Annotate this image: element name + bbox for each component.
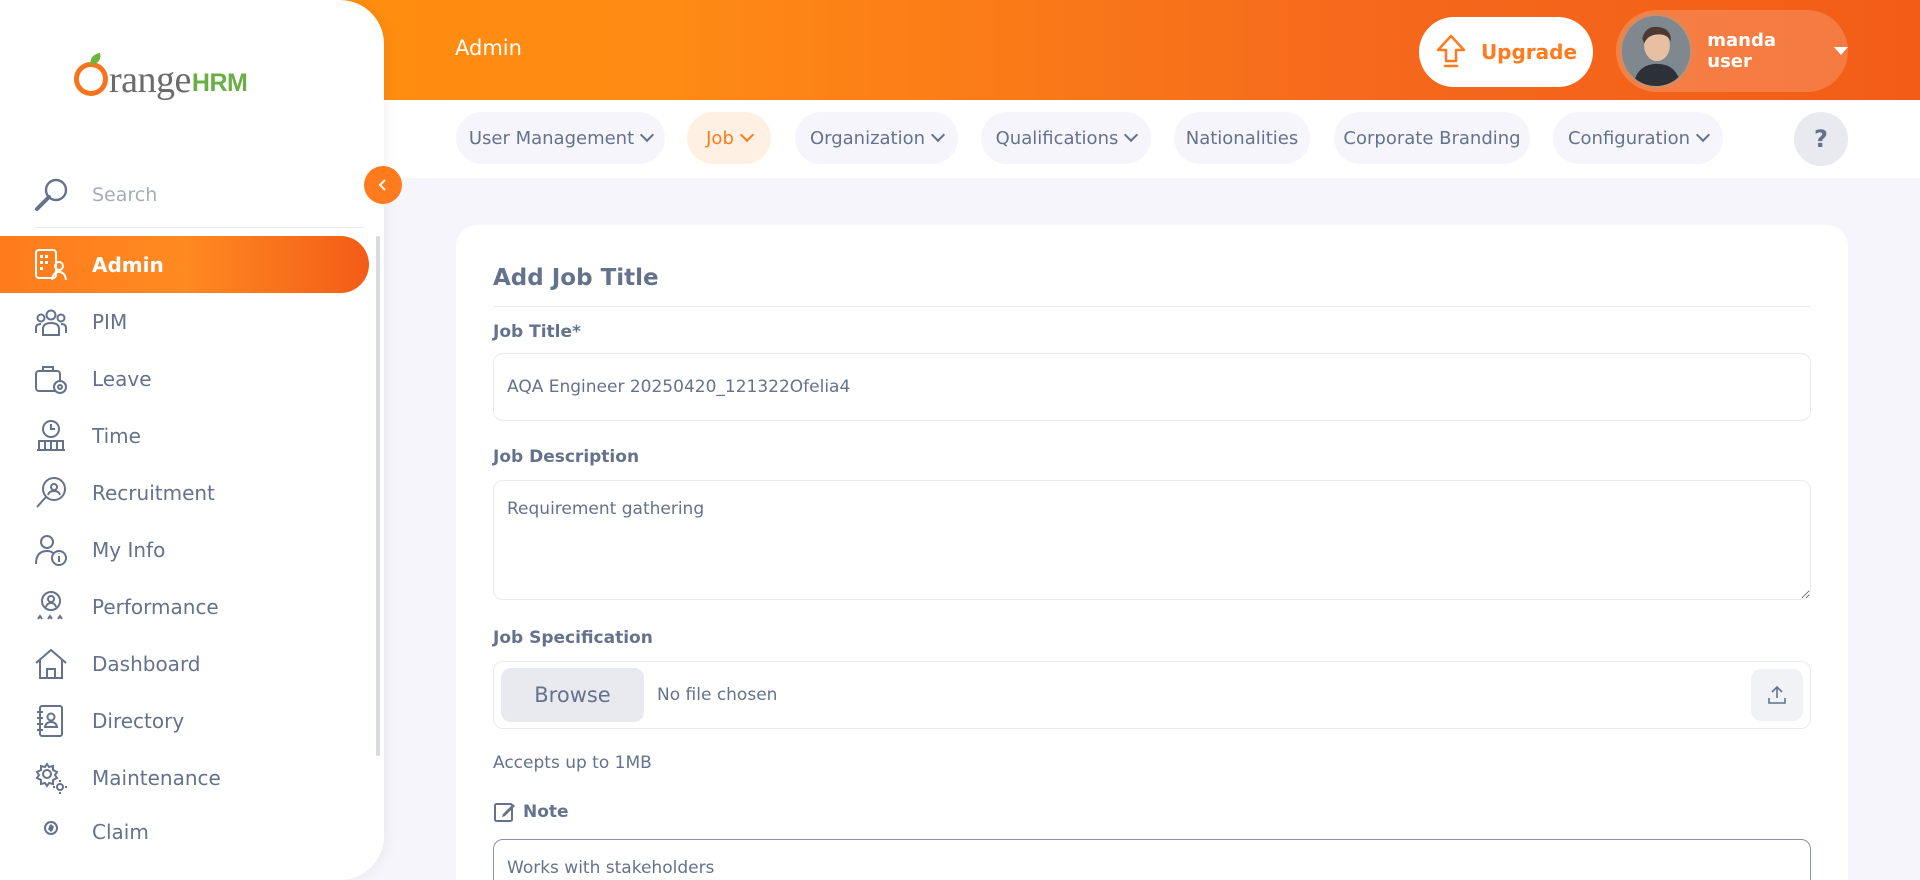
tab-label: Corporate Branding [1343, 127, 1521, 149]
admin-icon [35, 248, 67, 280]
divider [493, 306, 1811, 307]
sidebar-search [34, 162, 364, 228]
upload-button[interactable] [1751, 669, 1803, 721]
note-label: Note [493, 800, 569, 824]
admin-subnav: User Management Job Organization Qualifi… [384, 100, 1920, 178]
note-textarea[interactable]: Works with stakeholders [493, 839, 1811, 880]
my-info-icon [35, 534, 67, 566]
note-label-text: Note [523, 802, 569, 822]
sidebar-item-recruitment[interactable]: Recruitment [0, 464, 370, 521]
page-title: Add Job Title [493, 265, 659, 291]
sidebar-item-label: Performance [92, 594, 219, 619]
recruitment-icon [36, 476, 66, 508]
upload-icon [1768, 685, 1786, 704]
sidebar-item-directory[interactable]: Directory [0, 692, 370, 749]
sidebar-item-label: Recruitment [92, 480, 215, 505]
chevron-left-icon [378, 179, 386, 191]
caret-down-icon [1834, 47, 1848, 55]
sidebar-item-claim[interactable]: Claim [0, 806, 370, 846]
chevron-down-icon [1124, 127, 1139, 143]
sidebar-item-label: Claim [92, 820, 149, 844]
sidebar-item-performance[interactable]: Performance [0, 578, 370, 635]
search-icon [35, 178, 68, 211]
chevron-down-icon [930, 127, 946, 143]
browse-button[interactable]: Browse [501, 668, 644, 722]
sidebar-item-label: Time [92, 423, 141, 448]
sidebar-item-label: Admin [92, 252, 164, 277]
job-description-textarea[interactable]: Requirement gathering [493, 480, 1811, 600]
sidebar-item-label: PIM [92, 309, 128, 334]
sidebar-item-maintenance[interactable]: Maintenance [0, 749, 370, 806]
performance-icon [37, 590, 63, 620]
job-title-input[interactable] [493, 353, 1811, 421]
tab-configuration[interactable]: Configuration [1553, 112, 1723, 164]
main-menu: Admin PIM Leave Time Recruitment My Info… [0, 236, 370, 846]
upgrade-button[interactable]: Upgrade [1419, 17, 1593, 87]
sidebar-item-admin[interactable]: Admin [0, 236, 369, 293]
chevron-down-icon [739, 127, 754, 143]
user-dropdown[interactable]: manda user [1616, 10, 1848, 92]
upgrade-arrow-icon [1436, 34, 1466, 68]
sidebar-item-label: Directory [92, 708, 185, 733]
leave-icon [35, 365, 67, 394]
sidebar-item-time[interactable]: Time [0, 407, 370, 464]
collapse-sidebar-button[interactable] [364, 166, 402, 204]
edit-icon [494, 803, 515, 822]
tab-qualifications[interactable]: Qualifications [981, 112, 1151, 164]
orangehrm-logo: range HRM [74, 50, 248, 101]
sidebar-scrollbar[interactable] [376, 236, 380, 756]
tab-label: Job [706, 127, 734, 149]
add-job-title-card: Add Job Title Job Title* Job Description… [456, 225, 1848, 880]
job-specification-file-input[interactable]: Browse No file chosen [493, 661, 1811, 729]
upgrade-label: Upgrade [1480, 40, 1578, 64]
orange-logo-icon [74, 62, 108, 96]
tab-label: Nationalities [1185, 127, 1299, 149]
sidebar-item-leave[interactable]: Leave [0, 350, 370, 407]
tab-label: Organization [809, 127, 926, 149]
sidebar-item-label: Maintenance [92, 765, 221, 790]
sidebar-item-dashboard[interactable]: Dashboard [0, 635, 370, 692]
tab-label: Qualifications [995, 127, 1119, 149]
brand-hrm: HRM [191, 69, 248, 97]
directory-icon [37, 704, 63, 737]
avatar [1619, 13, 1694, 89]
tab-nationalities[interactable]: Nationalities [1174, 112, 1310, 164]
job-specification-label: Job Specification [493, 628, 653, 648]
sidebar: range HRM Admin PIM Leave Time Recruitme… [0, 0, 384, 880]
pim-icon [35, 309, 67, 336]
tab-corporate-branding[interactable]: Corporate Branding [1334, 112, 1530, 164]
module-title: Admin [455, 36, 522, 60]
chevron-down-icon [640, 127, 655, 143]
time-icon [37, 419, 65, 451]
file-status: No file chosen [657, 685, 778, 705]
maintenance-icon [35, 761, 67, 794]
tab-label: User Management [468, 127, 635, 149]
sidebar-item-label: Dashboard [92, 651, 201, 676]
job-description-label: Job Description [493, 447, 640, 467]
claim-icon [44, 821, 58, 835]
user-name: manda user [1707, 30, 1777, 72]
dashboard-icon [35, 648, 67, 679]
brand-name: range [109, 59, 191, 101]
tab-user-management[interactable]: User Management [456, 112, 665, 164]
sidebar-item-label: Leave [92, 366, 152, 391]
tab-job[interactable]: Job [687, 112, 771, 164]
sidebar-item-pim[interactable]: PIM [0, 293, 370, 350]
sidebar-item-label: My Info [92, 537, 166, 562]
search-input[interactable] [92, 183, 332, 206]
sidebar-item-my-info[interactable]: My Info [0, 521, 370, 578]
tab-label: Configuration [1567, 127, 1691, 149]
help-button[interactable]: ? [1794, 112, 1848, 166]
chevron-down-icon [1695, 127, 1711, 143]
job-title-label: Job Title* [493, 322, 581, 342]
tab-organization[interactable]: Organization [795, 112, 958, 164]
file-size-hint: Accepts up to 1MB [493, 753, 652, 773]
